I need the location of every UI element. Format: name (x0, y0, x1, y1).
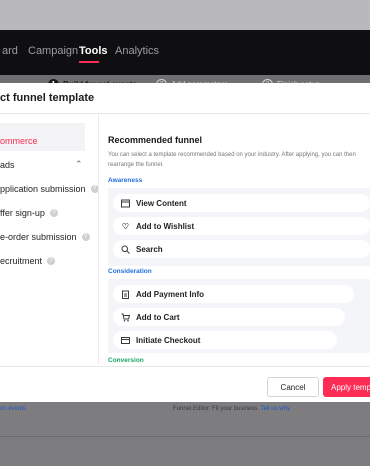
sidebar-item-pre-order-submission[interactable]: e-order submission ? (0, 232, 90, 242)
top-strip (0, 0, 370, 30)
event-label: Add to Wishlist (136, 221, 195, 231)
sidebar-item-label: ommerce (0, 136, 38, 146)
select-funnel-template-modal: ct funnel template ommerce ads ⌃ pplicat… (0, 83, 370, 402)
nav-item-analytics[interactable]: Analytics (115, 45, 159, 57)
background-note: Funnel Editor: Fit your business. Tell u… (173, 406, 290, 412)
sidebar-item-label: ads (0, 160, 15, 170)
sidebar-item-ecommerce[interactable]: ommerce (0, 136, 38, 146)
nav-item-campaign[interactable]: Campaign (28, 45, 78, 57)
section-label-awareness: Awareness (108, 177, 143, 184)
sidebar-item-label: e-order submission (0, 232, 77, 242)
section-label-conversion: Conversion (108, 357, 144, 364)
event-search[interactable]: Search (113, 240, 370, 258)
event-add-to-wishlist[interactable]: ♡ Add to Wishlist (113, 217, 370, 235)
event-label: Search (136, 244, 163, 254)
chevron-up-icon[interactable]: ⌃ (75, 159, 83, 170)
sidebar-item-recruitment[interactable]: ecruitment ? (0, 256, 56, 266)
checkout-icon (121, 336, 130, 345)
search-icon (121, 245, 130, 254)
nav-active-indicator (79, 61, 99, 63)
modal-title: ct funnel template (0, 92, 95, 104)
event-add-to-cart[interactable]: Add to Cart (113, 308, 345, 326)
sidebar-item-label: pplication submission (0, 184, 86, 194)
help-icon[interactable]: ? (47, 257, 56, 265)
sidebar-item-application-submission[interactable]: pplication submission ? (0, 184, 99, 194)
event-label: View Content (136, 198, 187, 208)
view-content-icon (121, 199, 130, 208)
modal-header-divider (0, 113, 370, 114)
event-label: Add Payment Info (136, 289, 205, 299)
background-note-text: Funnel Editor: Fit your business. (173, 406, 260, 412)
event-label: Add to Cart (136, 312, 180, 322)
event-add-payment-info[interactable]: Add Payment Info (113, 285, 354, 303)
background-link[interactable]: on events (0, 406, 26, 412)
sidebar-item-offer-sign-up[interactable]: ffer sign-up ? (0, 208, 58, 218)
sidebar-item-label: ecruitment (0, 256, 43, 266)
recommended-funnel-title: Recommended funnel (108, 135, 203, 145)
sidebar-item-leads[interactable]: ads ⌃ (0, 159, 83, 170)
help-icon[interactable]: ? (49, 209, 58, 217)
content-divider (98, 114, 99, 364)
cart-icon (121, 313, 130, 322)
cancel-button[interactable]: Cancel (267, 377, 319, 397)
event-view-content[interactable]: View Content (113, 194, 370, 212)
nav-item-dashboard[interactable]: ard (2, 45, 18, 57)
event-label: Initiate Checkout (136, 335, 201, 345)
tell-us-why-link[interactable]: Tell us why (261, 406, 290, 412)
payment-info-icon (121, 290, 130, 299)
modal-footer-divider (0, 366, 370, 367)
heart-icon: ♡ (121, 221, 130, 231)
sidebar-item-label: ffer sign-up (0, 208, 45, 218)
nav-item-tools[interactable]: Tools (79, 45, 108, 57)
section-label-consideration: Consideration (108, 268, 152, 275)
help-icon[interactable]: ? (81, 233, 90, 241)
background-divider (0, 436, 370, 437)
event-initiate-checkout[interactable]: Initiate Checkout (113, 331, 337, 349)
apply-template-button[interactable]: Apply temp (323, 377, 370, 397)
recommended-funnel-description: You can select a template recommended ba… (108, 152, 356, 168)
